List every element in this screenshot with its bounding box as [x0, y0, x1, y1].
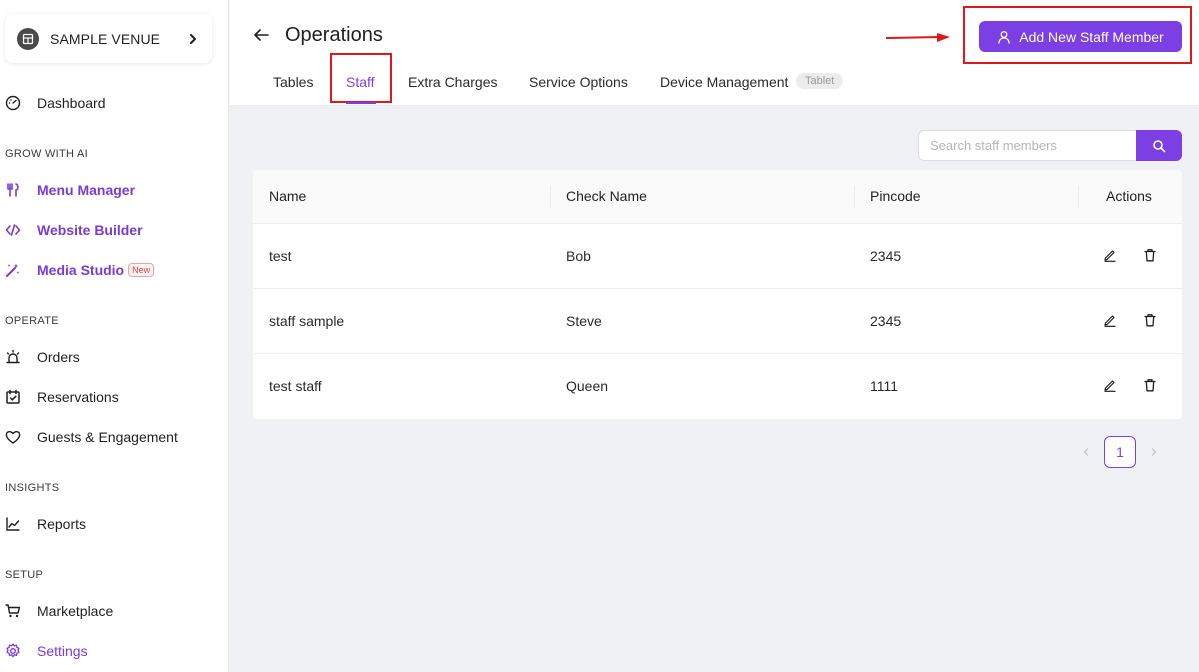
page-title: Operations: [285, 24, 383, 46]
sidebar-item-marketplace[interactable]: Marketplace: [5, 599, 113, 623]
sidebar-item-settings[interactable]: Settings: [5, 639, 88, 663]
column-header-check-name: Check Name: [566, 188, 647, 204]
sidebar-item-reservations[interactable]: Reservations: [5, 385, 119, 409]
heart-icon: [5, 429, 21, 445]
sidebar-item-media-studio[interactable]: Media Studio New: [5, 258, 155, 282]
cell-name: staff sample: [269, 313, 345, 329]
table-row: staff sample Steve 2345: [253, 289, 1182, 354]
sidebar-item-website-builder[interactable]: Website Builder: [5, 218, 143, 242]
section-label-operate: OPERATE: [5, 315, 59, 327]
code-icon: [5, 222, 21, 238]
sidebar-item-dashboard[interactable]: Dashboard: [5, 91, 106, 115]
edit-icon[interactable]: [1102, 247, 1118, 263]
sidebar-item-label: Website Builder: [37, 222, 143, 238]
sidebar-item-label: Menu Manager: [37, 182, 136, 198]
add-new-staff-member-button[interactable]: Add New Staff Member: [979, 21, 1182, 52]
cell-pincode: 2345: [870, 248, 902, 264]
prev-page-button[interactable]: [1074, 436, 1098, 468]
tab-extra-charges[interactable]: Extra Charges: [408, 74, 497, 90]
column-divider: [854, 186, 855, 208]
cell-check-name: Queen: [566, 378, 609, 394]
sidebar-item-orders[interactable]: Orders: [5, 345, 80, 369]
line-chart-icon: [5, 516, 21, 532]
next-page-button[interactable]: [1142, 436, 1166, 468]
cell-check-name: Steve: [566, 313, 602, 329]
edit-icon[interactable]: [1102, 377, 1118, 393]
cell-name: test: [269, 248, 292, 264]
arrow-left-icon[interactable]: [252, 26, 270, 44]
venue-name: SAMPLE VENUE: [50, 30, 161, 47]
cell-name: test staff: [269, 378, 322, 394]
section-label-grow: GROW WITH AI: [5, 148, 89, 160]
edit-icon[interactable]: [1102, 312, 1118, 328]
chevron-right-icon: [190, 33, 196, 44]
sidebar: SAMPLE VENUE Dashboard GROW WITH AI Menu…: [0, 0, 229, 672]
cell-pincode: 1111: [870, 378, 899, 394]
table-row: test staff Queen 1111: [253, 354, 1182, 419]
gauge-icon: [5, 95, 21, 111]
add-button-label: Add New Staff Member: [1019, 28, 1164, 45]
alarm-bell-icon: [5, 349, 21, 365]
delete-icon[interactable]: [1142, 377, 1158, 393]
sidebar-item-reports[interactable]: Reports: [5, 512, 86, 536]
column-header-pincode: Pincode: [870, 188, 921, 204]
tab-bar: Tables Staff Extra Charges Service Optio…: [230, 66, 1199, 106]
annotation-arrow: [885, 33, 950, 42]
search-input[interactable]: [918, 130, 1136, 161]
column-divider: [550, 186, 551, 208]
sidebar-item-label: Guests & Engagement: [37, 429, 178, 445]
venue-selector[interactable]: SAMPLE VENUE: [5, 14, 212, 63]
active-tab-indicator: [346, 102, 376, 104]
sidebar-item-label: Reservations: [37, 389, 119, 405]
sidebar-item-label: Reports: [37, 516, 87, 532]
column-divider: [1078, 186, 1079, 208]
sidebar-item-label: Settings: [37, 643, 88, 659]
venue-icon: [17, 27, 39, 50]
tab-service-options[interactable]: Service Options: [529, 74, 628, 90]
sidebar-item-menu-manager[interactable]: Menu Manager: [5, 178, 135, 202]
magic-wand-icon: [5, 262, 21, 278]
tab-device-management[interactable]: Device Management: [660, 74, 788, 90]
tab-staff[interactable]: Staff: [346, 74, 375, 90]
pagination: 1: [1074, 436, 1166, 468]
page-header: Operations Add New Staff Member Tables S…: [230, 0, 1199, 106]
staff-table: Name Check Name Pincode Actions test Bob…: [253, 170, 1182, 419]
chevron-left-icon: [1083, 448, 1089, 456]
sidebar-item-guests[interactable]: Guests & Engagement: [5, 425, 178, 449]
delete-icon[interactable]: [1142, 312, 1158, 328]
table-header: Name Check Name Pincode Actions: [253, 170, 1182, 224]
tablet-badge: Tablet: [796, 73, 844, 89]
search-bar: [918, 130, 1182, 161]
tab-tables[interactable]: Tables: [273, 74, 313, 90]
cell-check-name: Bob: [566, 248, 591, 264]
sidebar-item-label: Orders: [37, 349, 80, 365]
gear-icon: [5, 643, 21, 659]
column-header-actions: Actions: [1106, 188, 1152, 204]
sidebar-item-label: Dashboard: [37, 95, 106, 111]
sidebar-item-label: Marketplace: [37, 603, 114, 619]
table-row: test Bob 2345: [253, 224, 1182, 289]
section-label-insights: INSIGHTS: [5, 482, 60, 494]
user-icon: [998, 30, 1010, 44]
section-label-setup: SETUP: [5, 569, 44, 581]
chevron-right-icon: [1151, 448, 1157, 456]
fork-knife-icon: [5, 182, 21, 198]
calendar-check-icon: [5, 389, 21, 405]
delete-icon[interactable]: [1142, 247, 1158, 263]
search-icon: [1153, 139, 1166, 152]
cart-icon: [5, 603, 21, 619]
new-badge: New: [128, 263, 155, 277]
page-number-button[interactable]: 1: [1104, 436, 1136, 468]
search-button[interactable]: [1136, 130, 1182, 161]
cell-pincode: 2345: [870, 313, 902, 329]
column-header-name: Name: [269, 188, 307, 204]
sidebar-item-label: Media Studio: [37, 262, 125, 278]
